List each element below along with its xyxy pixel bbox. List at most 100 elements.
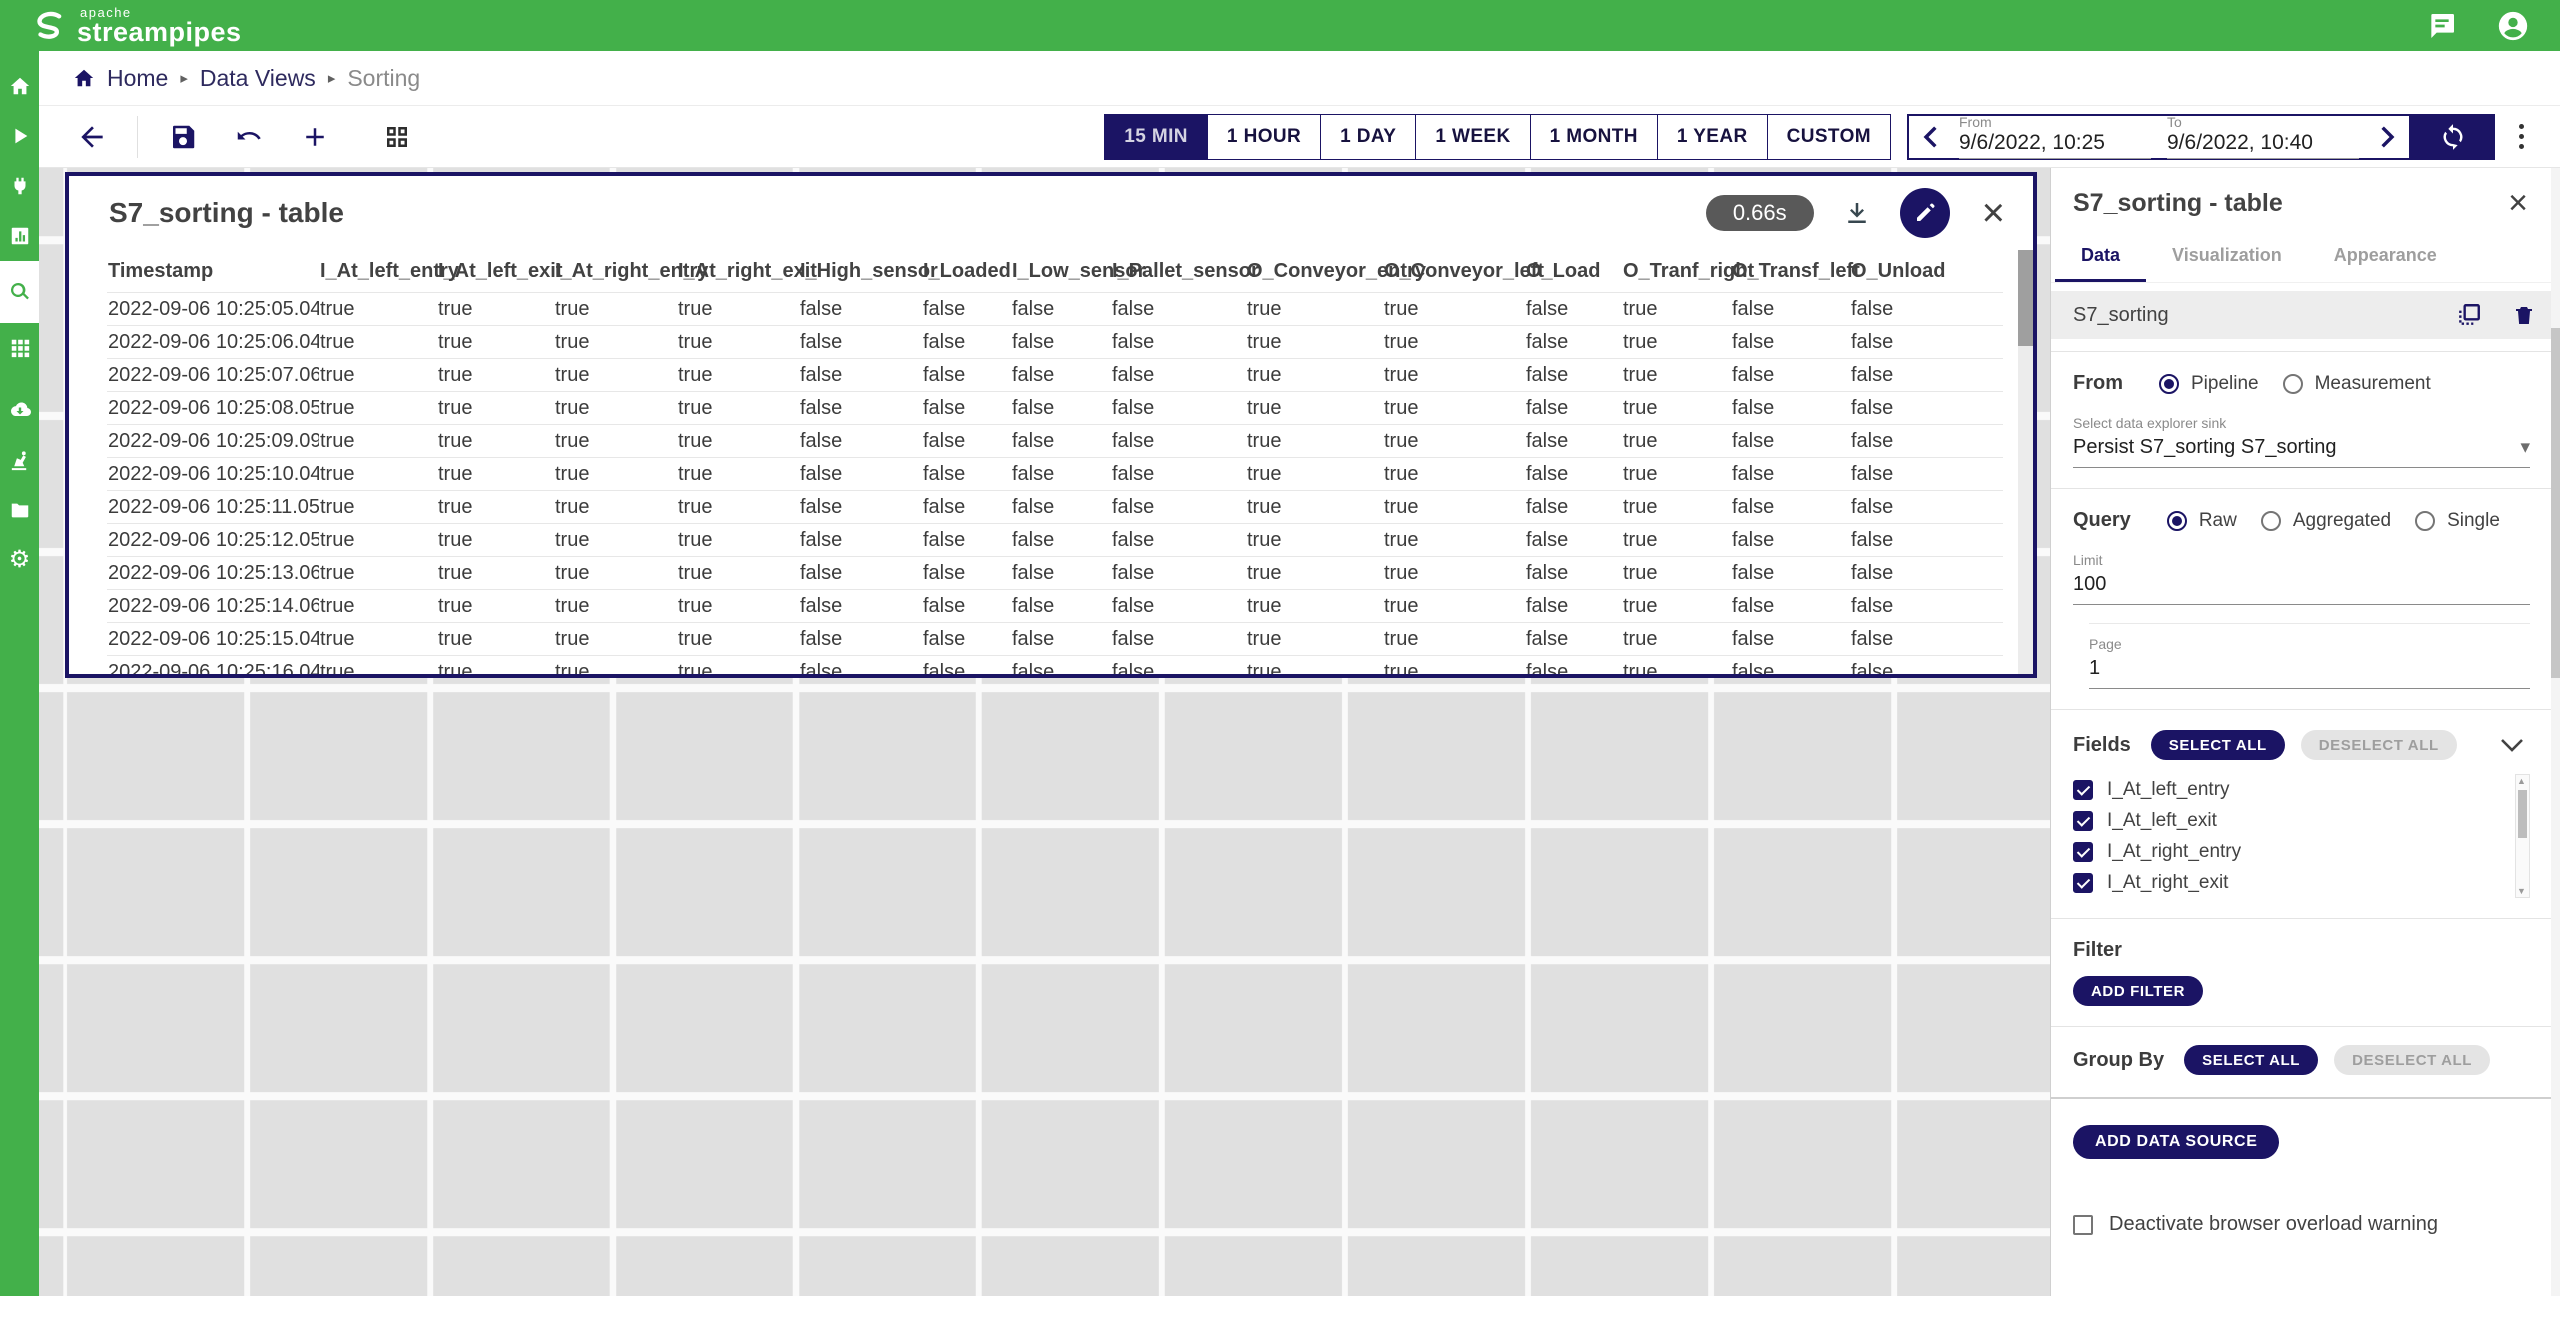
- field-checkbox-row[interactable]: I_At_right_entry: [2073, 836, 2500, 867]
- field-checkbox-row[interactable]: I_At_right_exit: [2073, 867, 2500, 898]
- delete-data-source-button[interactable]: [2512, 302, 2536, 328]
- date-from-label: From: [1959, 114, 2151, 131]
- dashboard-grid-canvas[interactable]: S7_sorting - table 0.66s: [39, 168, 2050, 1296]
- field-checkbox-row[interactable]: I_At_left_entry: [2073, 774, 2500, 805]
- time-range-button[interactable]: 1 WEEK: [1415, 114, 1529, 160]
- column-header: I_High_sensor: [799, 250, 922, 293]
- checkbox-icon[interactable]: [2073, 873, 2093, 893]
- date-to-value[interactable]: 9/6/2022, 10:40: [2167, 130, 2359, 159]
- panel-tab[interactable]: Data: [2055, 232, 2146, 282]
- checkbox-unchecked-icon[interactable]: [2073, 1215, 2093, 1235]
- sidebar-item-install-elements[interactable]: [0, 385, 39, 435]
- sidebar-nav: ⚙: [0, 51, 39, 1296]
- sidebar-item-connect[interactable]: [0, 161, 39, 211]
- date-from-value[interactable]: 9/6/2022, 10:25: [1959, 130, 2151, 159]
- table-scrollbar[interactable]: [2018, 250, 2033, 674]
- fields-section: Fields SELECT ALL DESELECT ALL: [2051, 710, 2560, 919]
- app-header: apache streampipes: [0, 0, 2560, 51]
- radio-icon[interactable]: [2167, 511, 2187, 531]
- breadcrumb-home[interactable]: Home: [107, 65, 168, 92]
- panel-close-button[interactable]: ×: [2502, 185, 2534, 221]
- fields-list-scrollbar-thumb[interactable]: [2518, 790, 2527, 838]
- column-header: O_Transf_left: [1731, 250, 1850, 293]
- refresh-button[interactable]: [2411, 114, 2495, 160]
- checkbox-icon[interactable]: [2073, 842, 2093, 862]
- remove-widget-button[interactable]: ×: [1978, 193, 2009, 233]
- filter-section: Filter ADD FILTER: [2051, 919, 2560, 1027]
- checkbox-icon[interactable]: [2073, 811, 2093, 831]
- sidebar-item-pipelines[interactable]: [0, 111, 39, 161]
- radio-icon[interactable]: [2261, 511, 2281, 531]
- widget-config-panel: S7_sorting - table × Data Visualization …: [2050, 168, 2560, 1296]
- query-radio-option[interactable]: Aggregated: [2261, 510, 2391, 532]
- save-button[interactable]: [158, 112, 208, 162]
- sidebar-item-files[interactable]: [0, 485, 39, 535]
- column-header: O_Conveyor_entry: [1246, 250, 1383, 293]
- time-range-selector: 15 MIN 1 HOUR 1 DAY 1 WEEK 1 MONTH 1 YEA…: [1104, 114, 1891, 160]
- panel-tab[interactable]: Appearance: [2308, 232, 2463, 282]
- sidebar-item-machine-learning[interactable]: [0, 435, 39, 485]
- radio-icon[interactable]: [2159, 374, 2179, 394]
- field-checkbox-row[interactable]: I_At_left_exit: [2073, 805, 2500, 836]
- time-range-button[interactable]: 1 MONTH: [1530, 114, 1657, 160]
- dropdown-caret-icon: ▾: [2520, 436, 2530, 459]
- panel-scrollbar-thumb[interactable]: [2551, 328, 2560, 678]
- table-scrollbar-thumb[interactable]: [2018, 250, 2033, 346]
- add-data-source-button[interactable]: ADD DATA SOURCE: [2073, 1125, 2279, 1159]
- date-from-field[interactable]: From 9/6/2022, 10:25: [1959, 114, 2151, 160]
- panel-scrollbar[interactable]: [2551, 168, 2560, 1296]
- overload-warning-toggle[interactable]: Deactivate browser overload warning: [2073, 1213, 2538, 1236]
- time-range-button[interactable]: 1 HOUR: [1207, 114, 1320, 160]
- from-radio-option[interactable]: Pipeline: [2159, 373, 2259, 395]
- account-icon[interactable]: [2496, 9, 2530, 43]
- time-range-button[interactable]: CUSTOM: [1767, 114, 1891, 160]
- sidebar-item-settings[interactable]: ⚙: [0, 535, 39, 585]
- sink-select-value[interactable]: Persist S7_sorting S7_sorting: [2073, 436, 2336, 459]
- fields-collapse-button[interactable]: [2494, 737, 2530, 754]
- time-range-button[interactable]: 1 DAY: [1320, 114, 1415, 160]
- time-range-button[interactable]: 1 YEAR: [1657, 114, 1767, 160]
- limit-input[interactable]: 100: [2073, 568, 2530, 605]
- query-radio-option[interactable]: Raw: [2167, 510, 2237, 532]
- overload-warning-label: Deactivate browser overload warning: [2109, 1213, 2438, 1236]
- undo-button[interactable]: [224, 112, 274, 162]
- add-filter-button[interactable]: ADD FILTER: [2073, 976, 2203, 1006]
- table-widget[interactable]: S7_sorting - table 0.66s: [65, 172, 2037, 678]
- download-button[interactable]: [1842, 198, 1872, 228]
- sidebar-item-dashboard[interactable]: [0, 211, 39, 261]
- date-to-field[interactable]: To 9/6/2022, 10:40: [2167, 114, 2359, 160]
- from-radio-option[interactable]: Measurement: [2283, 373, 2431, 395]
- sidebar-item-data-explorer[interactable]: [0, 261, 39, 323]
- grid-view-button[interactable]: [372, 112, 422, 162]
- more-options-button[interactable]: [2513, 118, 2530, 155]
- fields-deselect-all-button[interactable]: DESELECT ALL: [2301, 730, 2457, 760]
- edit-widget-button[interactable]: [1900, 188, 1950, 238]
- fields-select-all-button[interactable]: SELECT ALL: [2151, 730, 2285, 760]
- column-header: I_At_left_exit: [437, 250, 554, 293]
- limit-value[interactable]: 100: [2073, 573, 2106, 596]
- add-widget-button[interactable]: [290, 112, 340, 162]
- group-by-deselect-all-button[interactable]: DESELECT ALL: [2334, 1045, 2490, 1075]
- radio-icon[interactable]: [2415, 511, 2435, 531]
- notifications-chat-icon[interactable]: [2426, 10, 2458, 42]
- breadcrumb-data-views[interactable]: Data Views: [200, 65, 316, 92]
- query-radio-option[interactable]: Single: [2415, 510, 2500, 532]
- next-range-button[interactable]: [2367, 116, 2409, 158]
- clone-data-source-button[interactable]: [2456, 302, 2482, 328]
- sidebar-item-home[interactable]: [0, 61, 39, 111]
- previous-range-button[interactable]: [1909, 116, 1951, 158]
- time-range-button[interactable]: 15 MIN: [1104, 114, 1207, 160]
- page-input[interactable]: 1: [2089, 652, 2530, 689]
- sink-select[interactable]: Persist S7_sorting S7_sorting ▾: [2073, 431, 2530, 468]
- radio-icon[interactable]: [2283, 374, 2303, 394]
- back-button[interactable]: [67, 112, 117, 162]
- panel-tab[interactable]: Visualization: [2146, 232, 2308, 282]
- checkbox-icon[interactable]: [2073, 780, 2093, 800]
- timestamp-cell: 2022-09-06 10:25:13.060: [107, 557, 319, 590]
- undo-icon: [234, 122, 264, 152]
- group-by-select-all-button[interactable]: SELECT ALL: [2184, 1045, 2318, 1075]
- page-value[interactable]: 1: [2089, 657, 2100, 680]
- sidebar-item-apps[interactable]: [0, 323, 39, 373]
- timestamp-cell: 2022-09-06 10:25:08.054: [107, 392, 319, 425]
- fields-list-scrollbar[interactable]: [2515, 774, 2530, 898]
